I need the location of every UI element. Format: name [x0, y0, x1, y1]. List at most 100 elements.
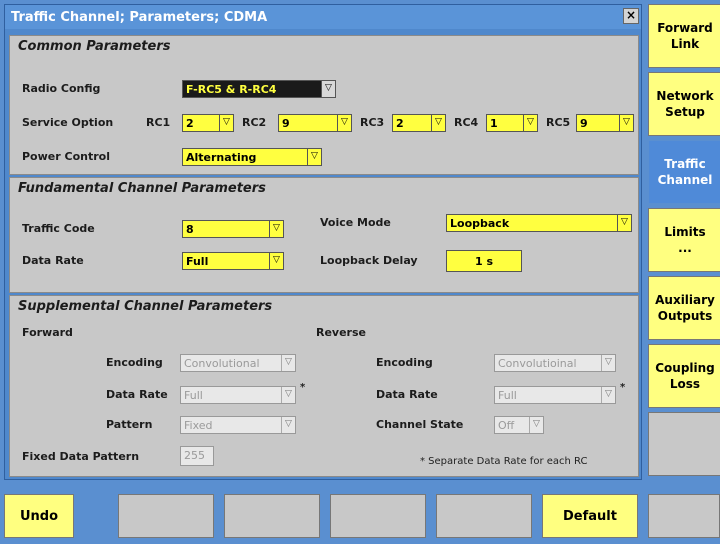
forward-label: Forward [22, 326, 73, 339]
rev-data-rate-asterisk: * [620, 382, 626, 393]
parameters-dialog: Traffic Channel; Parameters; CDMA × Comm… [4, 4, 642, 480]
button-label: Setup [665, 105, 705, 119]
button-label: Outputs [657, 309, 713, 323]
common-parameters-title: Common Parameters [18, 39, 171, 54]
empty-softkey[interactable] [224, 494, 320, 538]
dropdown-icon: ▽ [529, 417, 543, 433]
limits-button[interactable]: Limits... [648, 208, 720, 272]
rev-data-rate-select[interactable]: Full ▽ [494, 386, 616, 404]
rev-encoding-label: Encoding [376, 356, 433, 369]
button-label: Limits [664, 225, 706, 239]
fundamental-channel-section: Fundamental Channel Parameters Traffic C… [9, 177, 639, 293]
traffic-code-select[interactable]: 8 ▽ [182, 220, 284, 238]
dropdown-icon: ▽ [281, 355, 295, 371]
fwd-pattern-label: Pattern [106, 418, 153, 431]
loopback-delay-field[interactable]: 1 s [446, 250, 522, 272]
close-icon[interactable]: × [623, 8, 639, 24]
dropdown-icon: ▽ [431, 115, 445, 131]
channel-state-label: Channel State [376, 418, 464, 431]
data-rate-value: Full [186, 255, 209, 268]
coupling-loss-button[interactable]: Coupling Loss [648, 344, 720, 408]
network-setup-button[interactable]: Network Setup [648, 72, 720, 136]
rc2-label: RC2 [242, 116, 267, 129]
radio-config-value: F-RC5 & R-RC4 [186, 83, 277, 96]
dropdown-icon: ▽ [269, 253, 283, 269]
button-label: Auxiliary [655, 293, 715, 307]
auxiliary-outputs-button[interactable]: Auxiliary Outputs [648, 276, 720, 340]
supplemental-channel-title: Supplemental Channel Parameters [18, 299, 273, 314]
fwd-pattern-select[interactable]: Fixed ▽ [180, 416, 296, 434]
common-parameters-section: Common Parameters Radio Config F-RC5 & R… [9, 35, 639, 175]
fwd-data-rate-select[interactable]: Full ▽ [180, 386, 296, 404]
channel-state-select[interactable]: Off ▽ [494, 416, 544, 434]
power-control-value: Alternating [186, 151, 257, 164]
dialog-title: Traffic Channel; Parameters; CDMA [5, 5, 641, 29]
data-rate-label: Data Rate [22, 254, 84, 267]
rc3-value: 2 [396, 117, 404, 130]
dropdown-icon: ▽ [523, 115, 537, 131]
fwd-pattern-value: Fixed [184, 419, 213, 432]
fwd-encoding-select[interactable]: Convolutional ▽ [180, 354, 296, 372]
fwd-encoding-value: Convolutional [184, 357, 260, 370]
voice-mode-value: Loopback [450, 217, 510, 230]
dropdown-icon: ▽ [321, 81, 335, 97]
dropdown-icon: ▽ [219, 115, 233, 131]
forward-link-button[interactable]: Forward Link [648, 4, 720, 68]
rc4-select[interactable]: 1 ▽ [486, 114, 538, 132]
rc5-label: RC5 [546, 116, 571, 129]
button-label: Forward [657, 21, 713, 35]
button-label: ... [678, 241, 692, 255]
rc2-value: 9 [282, 117, 290, 130]
rc1-value: 2 [186, 117, 194, 130]
service-option-label: Service Option [22, 116, 114, 129]
dropdown-icon: ▽ [281, 387, 295, 403]
empty-softkey[interactable] [118, 494, 214, 538]
rev-data-rate-label: Data Rate [376, 388, 438, 401]
fwd-data-rate-value: Full [184, 389, 203, 402]
rev-encoding-value: Convolutioinal [498, 357, 577, 370]
button-label: Link [670, 37, 700, 51]
power-control-label: Power Control [22, 150, 110, 163]
default-button[interactable]: Default [542, 494, 638, 538]
rc4-label: RC4 [454, 116, 479, 129]
rc2-select[interactable]: 9 ▽ [278, 114, 352, 132]
radio-config-label: Radio Config [22, 82, 101, 95]
dropdown-icon: ▽ [337, 115, 351, 131]
rc1-label: RC1 [146, 116, 171, 129]
separate-data-rate-note: * Separate Data Rate for each RC [420, 456, 588, 467]
supplemental-channel-section: Supplemental Channel Parameters Forward … [9, 295, 639, 477]
rc1-select[interactable]: 2 ▽ [182, 114, 234, 132]
empty-softkey[interactable] [436, 494, 532, 538]
fwd-data-rate-label: Data Rate [106, 388, 168, 401]
rc3-select[interactable]: 2 ▽ [392, 114, 446, 132]
fixed-data-pattern-field[interactable]: 255 [180, 446, 214, 466]
empty-softkey[interactable] [648, 494, 720, 538]
dropdown-icon: ▽ [619, 115, 633, 131]
undo-button[interactable]: Undo [4, 494, 74, 538]
fwd-encoding-label: Encoding [106, 356, 163, 369]
rev-encoding-select[interactable]: Convolutioinal ▽ [494, 354, 616, 372]
side-softkey-panel: Forward Link Network Setup Traffic Channel … [642, 0, 720, 480]
power-control-select[interactable]: Alternating ▽ [182, 148, 322, 166]
empty-softkey[interactable] [648, 412, 720, 476]
traffic-channel-button[interactable]: Traffic Channel [648, 140, 720, 204]
fundamental-channel-title: Fundamental Channel Parameters [18, 181, 266, 196]
button-label: Channel [657, 173, 713, 187]
rc4-value: 1 [490, 117, 498, 130]
fwd-data-rate-asterisk: * [300, 382, 306, 393]
voice-mode-label: Voice Mode [320, 216, 391, 229]
traffic-code-value: 8 [186, 223, 194, 236]
rc3-label: RC3 [360, 116, 385, 129]
reverse-label: Reverse [316, 326, 366, 339]
button-label: Network [656, 89, 714, 103]
rc5-select[interactable]: 9 ▽ [576, 114, 634, 132]
data-rate-select[interactable]: Full ▽ [182, 252, 284, 270]
rc5-value: 9 [580, 117, 588, 130]
dropdown-icon: ▽ [281, 417, 295, 433]
voice-mode-select[interactable]: Loopback ▽ [446, 214, 632, 232]
fixed-data-pattern-label: Fixed Data Pattern [22, 450, 140, 463]
rev-data-rate-value: Full [498, 389, 517, 402]
radio-config-select[interactable]: F-RC5 & R-RC4 ▽ [182, 80, 336, 98]
empty-softkey[interactable] [330, 494, 426, 538]
button-label: Traffic [664, 157, 706, 171]
